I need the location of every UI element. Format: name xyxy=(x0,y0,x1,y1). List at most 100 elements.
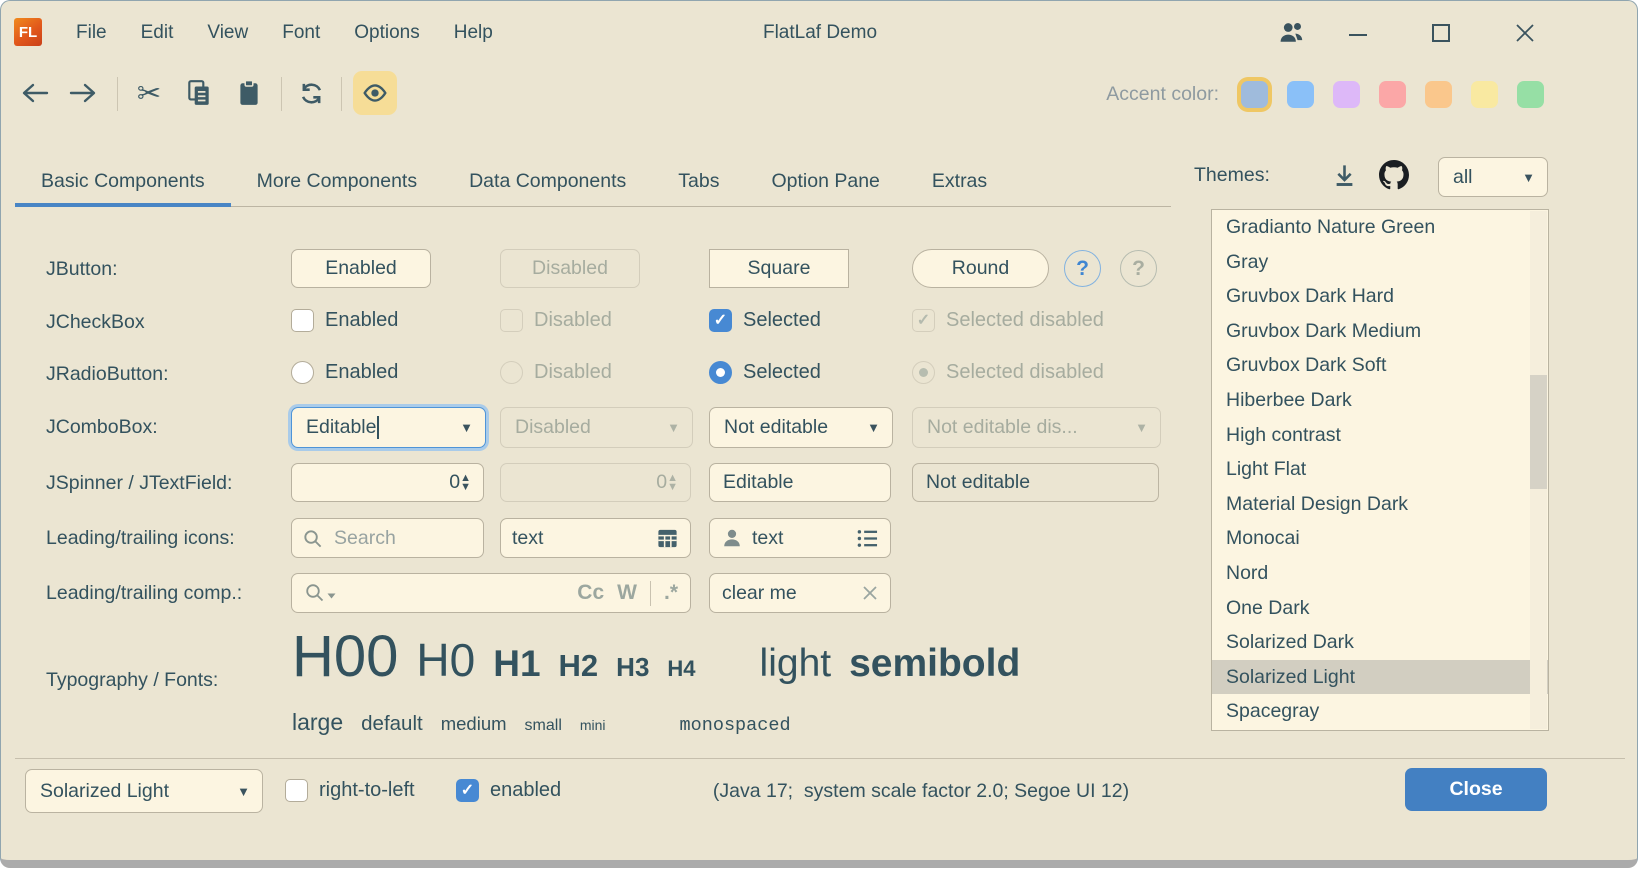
radio-icon[interactable] xyxy=(291,361,314,384)
theme-selector-combobox[interactable]: Solarized Light ▼ xyxy=(25,769,263,813)
theme-item[interactable]: Gradianto Nature Green xyxy=(1212,210,1548,245)
round-button[interactable]: Round xyxy=(912,249,1049,288)
accent-swatch-blue[interactable] xyxy=(1287,81,1314,108)
checkbox-checked-icon[interactable]: ✓ xyxy=(456,779,479,802)
menu-edit[interactable]: Edit xyxy=(124,1,191,65)
back-arrow-icon xyxy=(20,81,50,105)
editable-textfield[interactable]: Editable xyxy=(709,463,891,502)
back-button[interactable] xyxy=(13,71,57,115)
spinner-arrows[interactable]: ▲▼ xyxy=(460,474,471,492)
checkbox-enabled[interactable]: Enabled xyxy=(291,309,398,332)
tab-more-components[interactable]: More Components xyxy=(231,155,443,207)
checkbox-icon[interactable] xyxy=(291,309,314,332)
radio-enabled[interactable]: Enabled xyxy=(291,361,398,384)
refresh-button[interactable] xyxy=(289,71,333,115)
theme-item-selected[interactable]: Solarized Light xyxy=(1212,660,1548,695)
chevron-down-icon[interactable]: ▼ xyxy=(867,420,880,435)
combobox-value[interactable]: Editable xyxy=(292,416,460,439)
text-field-user[interactable]: text xyxy=(709,518,891,558)
cut-button[interactable]: ✂ xyxy=(127,71,171,115)
theme-item[interactable]: Light Flat xyxy=(1212,452,1548,487)
theme-item[interactable]: Nord xyxy=(1212,556,1548,591)
paste-button[interactable] xyxy=(227,71,271,115)
theme-item[interactable]: Hiberbee Dark xyxy=(1212,383,1548,418)
help-button[interactable]: ? xyxy=(1064,250,1101,287)
accent-swatch-purple[interactable] xyxy=(1333,81,1360,108)
search-field[interactable] xyxy=(291,518,484,558)
search-input[interactable] xyxy=(332,526,456,551)
tab-option-pane[interactable]: Option Pane xyxy=(745,155,905,207)
themes-filter-combobox[interactable]: all ▼ xyxy=(1438,157,1548,197)
tab-tabs[interactable]: Tabs xyxy=(652,155,745,207)
copy-button[interactable] xyxy=(177,71,221,115)
text-field-value[interactable]: text xyxy=(512,527,656,550)
leading-trailing-icons-row-label: Leading/trailing icons: xyxy=(46,527,235,550)
enabled-button[interactable]: Enabled xyxy=(291,249,431,288)
tab-extras[interactable]: Extras xyxy=(906,155,1013,207)
spinner[interactable]: 0 ▲▼ xyxy=(291,463,484,502)
text-field-calendar[interactable]: text xyxy=(500,518,691,558)
whole-word-button[interactable]: W xyxy=(617,581,637,605)
theme-item[interactable]: Material Design Dark xyxy=(1212,487,1548,522)
clear-icon[interactable] xyxy=(862,585,878,601)
menu-font[interactable]: Font xyxy=(265,1,337,65)
system-info-text: (Java 17; system scale factor 2.0; Segoe… xyxy=(551,780,1291,803)
square-button[interactable]: Square xyxy=(709,249,849,288)
theme-item[interactable]: Spacegray xyxy=(1212,694,1548,729)
menu-file[interactable]: File xyxy=(59,1,124,65)
clearable-field-value[interactable]: clear me xyxy=(722,582,862,605)
menu-options[interactable]: Options xyxy=(337,1,436,65)
theme-item[interactable]: Gruvbox Dark Medium xyxy=(1212,314,1548,349)
clearable-text-field[interactable]: clear me xyxy=(709,573,891,613)
maximize-button[interactable] xyxy=(1424,1,1458,65)
theme-item[interactable]: Gray xyxy=(1212,245,1548,280)
themes-scrollbar-track[interactable] xyxy=(1530,211,1547,729)
github-link-button[interactable] xyxy=(1379,160,1409,190)
search-field-with-options[interactable]: Cc W .* xyxy=(291,573,691,613)
accent-swatch-yellow[interactable] xyxy=(1471,81,1498,108)
checkbox-selected[interactable]: ✓ Selected xyxy=(709,309,821,332)
theme-item[interactable]: Monocai xyxy=(1212,521,1548,556)
checkbox-checked-icon[interactable]: ✓ xyxy=(709,309,732,332)
chevron-down-icon[interactable]: ▼ xyxy=(460,420,473,435)
accent-swatch-orange[interactable] xyxy=(1425,81,1452,108)
minimize-button[interactable] xyxy=(1341,1,1375,65)
forward-button[interactable] xyxy=(61,71,105,115)
rtl-checkbox[interactable]: right-to-left xyxy=(285,779,415,802)
checkbox-label: Enabled xyxy=(325,309,398,332)
theme-item[interactable]: One Dark xyxy=(1212,591,1548,626)
radio-label: Selected xyxy=(743,361,821,384)
text-field-value[interactable]: text xyxy=(752,527,847,550)
toolbar-separator xyxy=(341,77,342,111)
show-hidden-toggle[interactable] xyxy=(353,71,397,115)
close-window-button[interactable] xyxy=(1508,1,1542,65)
checkbox-icon[interactable] xyxy=(285,779,308,802)
menu-view[interactable]: View xyxy=(190,1,265,65)
close-button[interactable]: Close xyxy=(1405,768,1547,811)
theme-item[interactable]: Solarized Dark xyxy=(1212,625,1548,660)
not-editable-combobox[interactable]: Not editable ▼ xyxy=(709,407,893,448)
radio-selected[interactable]: Selected xyxy=(709,361,821,384)
theme-item[interactable]: Gruvbox Dark Hard xyxy=(1212,279,1548,314)
search-icon xyxy=(304,582,326,604)
enabled-checkbox[interactable]: ✓ enabled xyxy=(456,779,561,802)
spinner-value[interactable]: 0 xyxy=(292,471,460,494)
jbutton-row-label: JButton: xyxy=(46,258,118,281)
users-button[interactable] xyxy=(1274,1,1308,65)
accent-swatch-blue-gray[interactable] xyxy=(1241,81,1268,108)
theme-item[interactable]: Gruvbox Dark Soft xyxy=(1212,348,1548,383)
theme-item[interactable]: High contrast xyxy=(1212,418,1548,453)
accent-swatch-red[interactable] xyxy=(1379,81,1406,108)
match-case-button[interactable]: Cc xyxy=(577,581,604,605)
editable-combobox[interactable]: Editable ▼ xyxy=(291,407,486,448)
menu-help[interactable]: Help xyxy=(437,1,510,65)
tab-data-components[interactable]: Data Components xyxy=(443,155,652,207)
tab-basic-components[interactable]: Basic Components xyxy=(15,155,231,207)
radio-selected-icon[interactable] xyxy=(709,361,732,384)
accent-swatch-green[interactable] xyxy=(1517,81,1544,108)
themes-list[interactable]: Gradianto Nature Green Gray Gruvbox Dark… xyxy=(1211,209,1549,731)
themes-scrollbar-thumb[interactable] xyxy=(1530,375,1547,489)
regex-button[interactable]: .* xyxy=(664,581,678,605)
download-themes-button[interactable] xyxy=(1331,162,1358,189)
search-menu-button[interactable] xyxy=(304,582,336,604)
